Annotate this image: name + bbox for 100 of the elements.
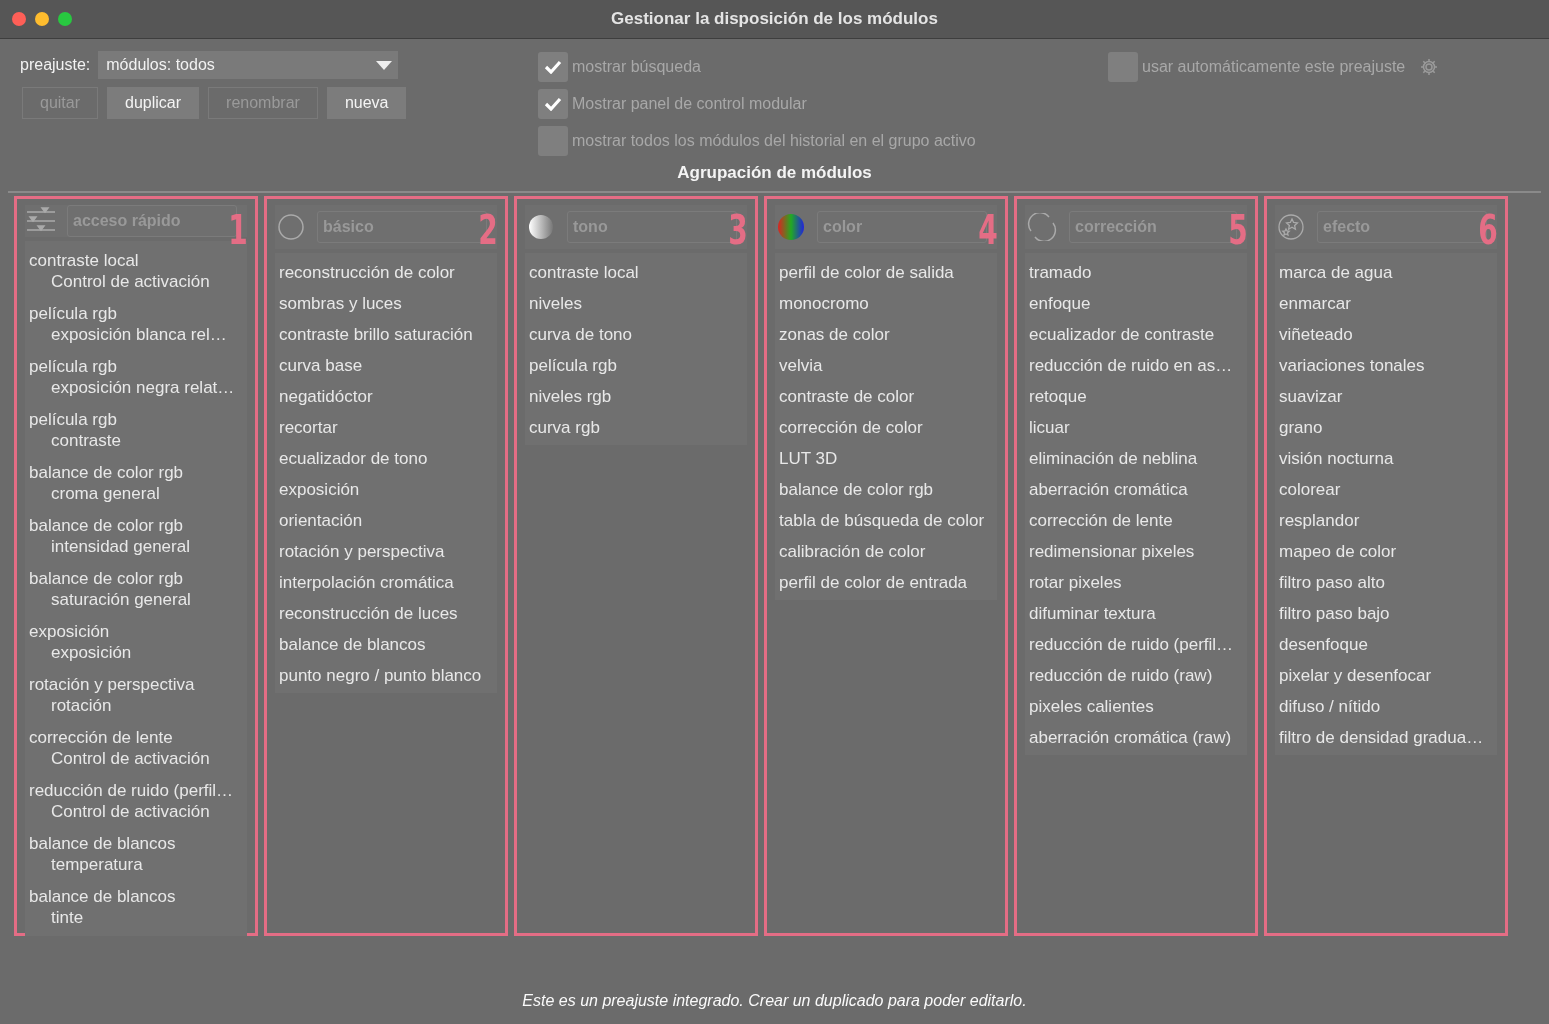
module-detail[interactable]: saturación general (51, 589, 191, 610)
module-detail[interactable]: exposición negra relat… (51, 377, 235, 398)
module-name[interactable]: película rgb (29, 356, 117, 377)
module-name[interactable]: reducción de ruido (perfil… (1029, 629, 1234, 660)
module-name[interactable]: eliminación de neblina (1029, 443, 1198, 474)
minimize-button[interactable] (35, 12, 49, 26)
zoom-button[interactable] (58, 12, 72, 26)
module-name[interactable]: curva de tono (529, 319, 632, 350)
module-detail[interactable]: contraste (51, 430, 121, 451)
module-name[interactable]: enmarcar (1279, 288, 1351, 319)
module-name[interactable]: balance de color rgb (29, 568, 184, 589)
module-name[interactable]: interpolación cromática (279, 567, 454, 598)
module-name[interactable]: LUT 3D (779, 443, 838, 474)
module-name[interactable]: recortar (279, 412, 338, 443)
module-detail[interactable]: exposición (51, 642, 132, 663)
module-detail[interactable]: croma general (51, 483, 160, 504)
module-name[interactable]: licuar (1029, 412, 1070, 443)
module-name[interactable]: variaciones tonales (1279, 350, 1425, 381)
module-name[interactable]: película rgb (29, 409, 117, 430)
module-name[interactable]: exposición (279, 474, 360, 505)
settings-icon[interactable] (1419, 56, 1440, 77)
module-name[interactable]: curva base (279, 350, 363, 381)
module-name[interactable]: rotar pixeles (1029, 567, 1122, 598)
module-name[interactable]: monocromo (779, 288, 869, 319)
sphere-icon[interactable] (527, 213, 555, 241)
module-name[interactable]: reducción de ruido (perfil… (29, 780, 234, 801)
module-name[interactable]: tramado (1029, 257, 1092, 288)
module-name[interactable]: balance de color rgb (779, 474, 934, 505)
module-name[interactable]: desenfoque (1279, 629, 1368, 660)
module-detail[interactable]: Control de activación (51, 801, 210, 822)
close-button[interactable] (12, 12, 26, 26)
module-name[interactable]: resplandor (1279, 505, 1360, 536)
module-name[interactable]: velvia (779, 350, 823, 381)
module-name[interactable]: perfil de color de salida (779, 257, 954, 288)
module-name[interactable]: mapeo de color (1279, 536, 1397, 567)
module-name[interactable]: punto negro / punto blanco (279, 660, 482, 691)
module-detail[interactable]: tinte (51, 907, 84, 928)
module-name[interactable]: contraste brillo saturación (279, 319, 473, 350)
stars-icon[interactable] (1277, 213, 1305, 241)
module-name[interactable]: corrección de color (779, 412, 923, 443)
module-name[interactable]: pixelar y desenfocar (1279, 660, 1432, 691)
module-name[interactable]: difuso / nítido (1279, 691, 1381, 722)
module-name[interactable]: balance de blancos (29, 833, 176, 854)
module-name[interactable]: balance de color rgb (29, 515, 184, 536)
module-detail[interactable]: Control de activación (51, 748, 210, 769)
module-name[interactable]: rotación y perspectiva (29, 674, 195, 695)
module-name[interactable]: enfoque (1029, 288, 1091, 319)
module-name[interactable]: contraste de color (779, 381, 915, 412)
module-name[interactable]: marca de agua (1279, 257, 1393, 288)
module-name[interactable]: orientación (279, 505, 363, 536)
module-name[interactable]: contraste local (29, 250, 139, 271)
module-name[interactable]: contraste local (529, 257, 639, 288)
module-name[interactable]: filtro de densidad gradua… (1279, 722, 1484, 753)
module-name[interactable]: película rgb (529, 350, 617, 381)
module-name[interactable]: reconstrucción de color (279, 257, 455, 288)
module-name[interactable]: calibración de color (779, 536, 926, 567)
module-name[interactable]: rotación y perspectiva (279, 536, 445, 567)
checkbox[interactable] (538, 51, 568, 82)
module-name[interactable]: reconstrucción de luces (279, 598, 458, 629)
module-detail[interactable]: temperatura (51, 854, 143, 875)
module-name[interactable]: reducción de ruido en as… (1029, 350, 1233, 381)
module-name[interactable]: colorear (1279, 474, 1341, 505)
preset-dropdown[interactable]: módulos: todos (98, 51, 399, 79)
module-name[interactable]: filtro paso alto (1279, 567, 1385, 598)
refresh-icon[interactable] (1027, 213, 1057, 241)
preset-button[interactable]: duplicar (107, 87, 200, 119)
module-detail[interactable]: Control de activación (51, 271, 210, 292)
module-name[interactable]: reducción de ruido (raw) (1029, 660, 1213, 691)
module-name[interactable]: ecualizador de contraste (1029, 319, 1215, 350)
module-name[interactable]: corrección de lente (29, 727, 173, 748)
module-name[interactable]: aberración cromática (raw) (1029, 722, 1232, 753)
module-name[interactable]: pixeles calientes (1029, 691, 1154, 722)
color-wheel-icon[interactable] (777, 213, 805, 241)
module-name[interactable]: corrección de lente (1029, 505, 1173, 536)
module-name[interactable]: difuminar textura (1029, 598, 1156, 629)
module-name[interactable]: perfil de color de entrada (779, 567, 968, 598)
module-name[interactable]: ecualizador de tono (279, 443, 428, 474)
module-name[interactable]: curva rgb (529, 412, 600, 443)
module-name[interactable]: balance de blancos (29, 886, 176, 907)
module-name[interactable]: película rgb (29, 303, 117, 324)
checkbox[interactable] (538, 88, 568, 119)
module-name[interactable]: niveles (529, 288, 582, 319)
preset-button[interactable]: nueva (326, 87, 407, 119)
module-name[interactable]: exposición (29, 621, 110, 642)
module-name[interactable]: balance de color rgb (29, 462, 184, 483)
module-name[interactable]: tabla de búsqueda de color (779, 505, 985, 536)
module-name[interactable]: balance de blancos (279, 629, 426, 660)
module-name[interactable]: niveles rgb (529, 381, 612, 412)
module-name[interactable]: grano (1279, 412, 1323, 443)
module-name[interactable]: retoque (1029, 381, 1087, 412)
module-name[interactable]: viñeteado (1279, 319, 1353, 350)
module-name[interactable]: sombras y luces (279, 288, 402, 319)
module-name[interactable]: aberración cromática (1029, 474, 1188, 505)
module-name[interactable]: zonas de color (779, 319, 890, 350)
module-name[interactable]: filtro paso bajo (1279, 598, 1390, 629)
module-name[interactable]: suavizar (1279, 381, 1343, 412)
module-name[interactable]: negatidóctor (279, 381, 373, 412)
module-detail[interactable]: rotación (51, 695, 112, 716)
module-detail[interactable]: intensidad general (51, 536, 190, 557)
module-name[interactable]: visión nocturna (1279, 443, 1394, 474)
